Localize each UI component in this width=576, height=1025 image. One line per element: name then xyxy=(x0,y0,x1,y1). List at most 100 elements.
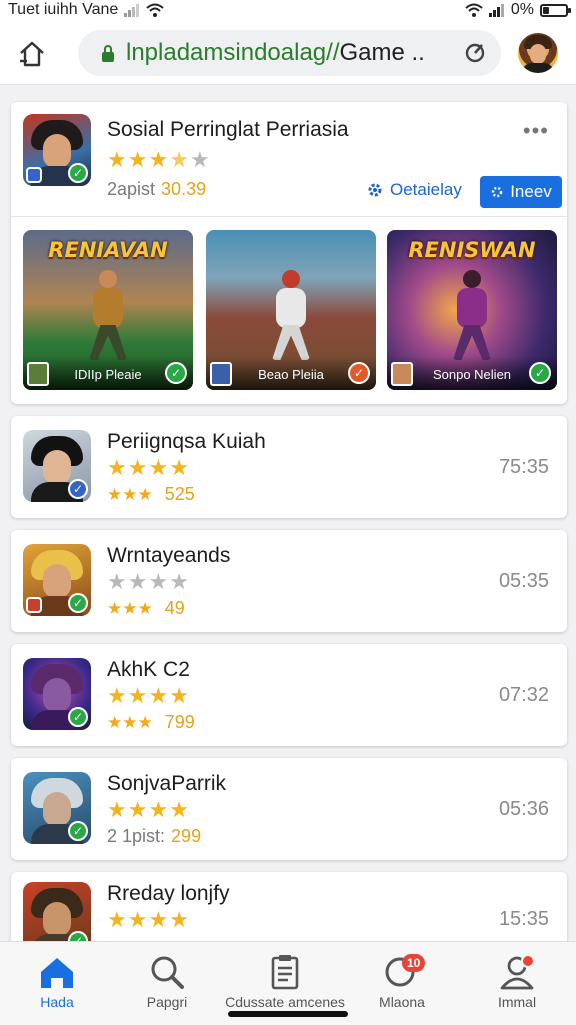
profile-icon xyxy=(497,952,537,992)
status-right: 0% xyxy=(465,1,571,19)
screenshot-3[interactable]: RENISWAN Sonpo Nelien ✓ xyxy=(387,230,557,390)
nav-label: Hada xyxy=(40,994,74,1010)
featured-app-card[interactable]: ✓ Sosial Perringlat Perriasia ★★★★★ 2api… xyxy=(11,102,567,404)
wifi-icon xyxy=(146,3,164,17)
time-label: 15:35 xyxy=(498,908,549,930)
list-item[interactable]: ✓ AkhK C2 ★★★★ ★★★ 799 07:32 xyxy=(11,644,567,746)
nav-item-home[interactable]: Hada xyxy=(22,942,92,1012)
nav-label: Cdussate amcenes xyxy=(225,994,345,1010)
star-icon: ★ xyxy=(169,683,190,708)
nav-label: Immal xyxy=(497,994,537,1010)
app-title: Sosial Perringlat Perriasia xyxy=(107,118,349,141)
nav-label: Mlaona xyxy=(379,994,425,1010)
time-label: 75:35 xyxy=(498,456,549,478)
badge-icon: ✓ xyxy=(348,362,370,384)
meta-prefix: 2 1pist: xyxy=(107,826,166,846)
app-title: SonjvaParrik xyxy=(107,772,227,795)
meta-value: 525 xyxy=(164,484,195,504)
screenshot-1[interactable]: RENIAVAN IDIIp Pleaie ✓ xyxy=(23,230,193,390)
clipboard-icon xyxy=(265,952,305,992)
nav-item-clipboard[interactable]: Cdussate amcenes xyxy=(223,942,347,1012)
verified-check-icon: ✓ xyxy=(529,362,551,384)
meta-value: 299 xyxy=(171,826,202,846)
list-item[interactable]: ✓ Wrntayeands ★★★★ ★★★ 49 05:35 xyxy=(11,530,567,632)
meta-stars: ★★★ xyxy=(107,599,153,619)
notification-dot xyxy=(521,954,535,968)
verified-check-icon: ✓ xyxy=(165,362,187,384)
battery-percent: 0% xyxy=(510,1,534,18)
url-path: Game ... xyxy=(339,39,426,66)
avatar-body xyxy=(522,63,554,73)
nav-item-search[interactable]: Papgri xyxy=(132,942,202,1012)
screenshot-figure xyxy=(266,270,316,360)
rating-stars: ★★★★ xyxy=(107,570,190,594)
star-icon: ★ xyxy=(169,455,190,480)
battery-icon xyxy=(540,3,571,17)
star-icon: ★ xyxy=(137,712,153,732)
nav-item-profile[interactable]: Immal xyxy=(482,942,552,1012)
star-icon: ★ xyxy=(107,569,128,594)
home-icon xyxy=(20,41,44,67)
signal-icon xyxy=(488,4,504,17)
meta-stars: ★★★ xyxy=(107,713,153,733)
star-icon: ★ xyxy=(107,712,123,732)
verified-check-icon: ✓ xyxy=(68,593,88,613)
star-icon: ★ xyxy=(148,147,170,172)
star-icon: ★ xyxy=(127,907,149,932)
gear-icon xyxy=(491,186,503,198)
more-options-icon[interactable]: ••• xyxy=(523,118,549,144)
list-item[interactable]: ✓ Periignqsa Kuiah ★★★★ ★★★ 525 75:35 xyxy=(11,416,567,518)
lock-icon xyxy=(102,45,114,62)
chat-icon: 10 xyxy=(382,952,426,992)
rating-stars: ★★★★ xyxy=(107,798,190,822)
star-icon: ★ xyxy=(107,797,128,822)
battery-fill xyxy=(543,6,549,14)
star-icon: ★ xyxy=(127,147,149,172)
time-label: 05:36 xyxy=(498,798,549,820)
star-icon: ★ xyxy=(148,797,170,822)
screenshot-thumb xyxy=(27,362,49,386)
rating-stars: ★★★★★ xyxy=(107,148,211,172)
nav-item-messages[interactable]: 10 Mlaona xyxy=(367,942,437,1012)
screenshot-banner: RENISWAN xyxy=(408,238,536,262)
avatar[interactable] xyxy=(518,33,558,73)
app-meta: ★★★ 525 xyxy=(107,484,195,505)
list-item[interactable]: ✓ SonjvaParrik ★★★★ 2 1pist: 299 05:36 xyxy=(11,758,567,860)
star-icon: ★ xyxy=(127,683,149,708)
star-icon: ★ xyxy=(127,455,149,480)
star-icon: ★ xyxy=(148,683,170,708)
reload-icon[interactable] xyxy=(463,41,487,65)
star-icon: ★ xyxy=(122,712,138,732)
home-button[interactable] xyxy=(14,36,50,72)
wifi-icon xyxy=(465,3,483,17)
install-button-label: Ineev xyxy=(510,182,552,201)
app-icon[interactable]: ✓ xyxy=(23,544,91,616)
screenshot-thumb xyxy=(210,362,232,386)
address-bar[interactable]: lnpladamsindoalag//Game ... xyxy=(78,30,501,76)
screenshot-figure xyxy=(447,270,497,360)
app-icon[interactable]: ✓ xyxy=(23,658,91,730)
carrier-label: Tuet iuihh Vane xyxy=(8,1,119,18)
screenshot-banner: RENIAVAN xyxy=(48,238,168,262)
details-link[interactable]: Oetaielay xyxy=(366,180,462,200)
app-icon[interactable]: ✓ xyxy=(23,772,91,844)
rating-stars: ★★★★ xyxy=(107,456,190,480)
app-meta: ★★★ 49 xyxy=(107,598,185,619)
app-icon[interactable]: ✓ xyxy=(23,430,91,502)
star-icon: ★ xyxy=(169,907,190,932)
star-icon: ★ xyxy=(189,147,211,172)
time-label: 07:32 xyxy=(498,684,549,706)
star-icon: ★ xyxy=(122,598,138,618)
app-icon[interactable]: ✓ xyxy=(23,114,91,186)
avatar-face xyxy=(530,44,546,64)
star-icon: ★ xyxy=(107,147,128,172)
icon-face xyxy=(43,134,71,168)
star-icon: ★ xyxy=(122,484,138,504)
home-indicator[interactable] xyxy=(228,1011,348,1017)
rating-stars: ★★★★ xyxy=(107,684,190,708)
install-button[interactable]: Ineev xyxy=(480,176,562,208)
url-text[interactable]: lnpladamsindoalag//Game ... xyxy=(126,39,426,67)
screenshot-2[interactable]: Beao Pleiia ✓ xyxy=(206,230,376,390)
search-icon xyxy=(147,952,187,992)
star-icon: ★ xyxy=(169,147,190,172)
